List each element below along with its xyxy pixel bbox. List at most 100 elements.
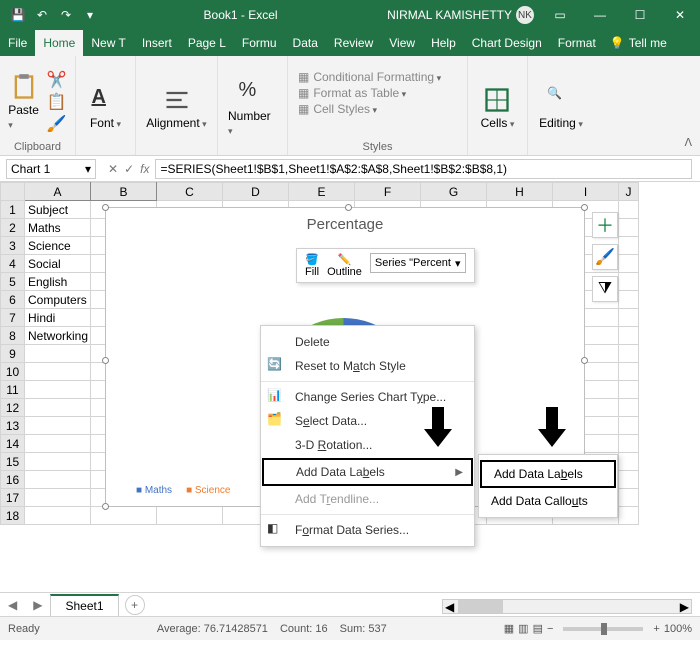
name-box[interactable]: Chart 1 ▾ bbox=[6, 159, 96, 179]
chart-title[interactable]: Percentage bbox=[106, 208, 584, 241]
menu-add-data-labels[interactable]: Add Data Labels▶ bbox=[262, 458, 473, 486]
tab-format[interactable]: Format bbox=[550, 30, 604, 56]
col-header[interactable]: H bbox=[487, 183, 553, 201]
view-normal-icon[interactable]: ▦ bbox=[504, 622, 514, 635]
col-header[interactable]: I bbox=[553, 183, 619, 201]
zoom-slider[interactable] bbox=[563, 627, 643, 631]
tab-insert[interactable]: Insert bbox=[134, 30, 180, 56]
user-account[interactable]: NIRMAL KAMISHETTY NK bbox=[381, 6, 540, 24]
col-header[interactable]: E bbox=[289, 183, 355, 201]
copy-icon[interactable]: 📋 bbox=[47, 92, 67, 112]
row-header[interactable]: 11 bbox=[1, 381, 25, 399]
cut-icon[interactable]: ✂️ bbox=[47, 70, 67, 90]
format-painter-icon[interactable]: 🖌️ bbox=[47, 114, 67, 134]
col-header[interactable]: F bbox=[355, 183, 421, 201]
row-header[interactable]: 8 bbox=[1, 327, 25, 345]
menu-delete[interactable]: Delete bbox=[261, 330, 474, 354]
tell-me[interactable]: 💡 Tell me bbox=[604, 30, 673, 56]
minimize-button[interactable]: — bbox=[580, 0, 620, 30]
submenu-add-data-labels[interactable]: Add Data Labels bbox=[480, 460, 616, 488]
row-header[interactable]: 5 bbox=[1, 273, 25, 291]
row-header[interactable]: 12 bbox=[1, 399, 25, 417]
submenu-add-data-callouts[interactable]: Add Data Callouts bbox=[479, 489, 617, 513]
row-header[interactable]: 4 bbox=[1, 255, 25, 273]
cell[interactable]: English bbox=[25, 273, 91, 291]
format-as-table[interactable]: ▦Format as Table bbox=[298, 86, 441, 100]
col-header[interactable]: C bbox=[157, 183, 223, 201]
outline-button[interactable]: ✏️ Outline bbox=[327, 253, 362, 278]
view-page-layout-icon[interactable]: ▥ bbox=[518, 622, 528, 635]
row-header[interactable]: 15 bbox=[1, 453, 25, 471]
col-header[interactable]: J bbox=[619, 183, 639, 201]
row-header[interactable]: 9 bbox=[1, 345, 25, 363]
tab-formulas[interactable]: Formu bbox=[234, 30, 285, 56]
cell[interactable]: Maths bbox=[25, 219, 91, 237]
row-header[interactable]: 2 bbox=[1, 219, 25, 237]
paste-button[interactable]: Paste bbox=[8, 73, 39, 131]
tab-review[interactable]: Review bbox=[326, 30, 381, 56]
col-header[interactable]: A bbox=[25, 183, 91, 201]
font-button[interactable]: A Font bbox=[90, 86, 121, 130]
sheet-tab-sheet1[interactable]: Sheet1 bbox=[50, 594, 118, 616]
row-header[interactable]: 10 bbox=[1, 363, 25, 381]
number-button[interactable]: % Number bbox=[228, 79, 277, 137]
undo-icon[interactable]: ↶ bbox=[32, 5, 52, 25]
alignment-button[interactable]: Alignment bbox=[146, 86, 206, 130]
tab-file[interactable]: File bbox=[0, 30, 35, 56]
cell[interactable]: Hindi bbox=[25, 309, 91, 327]
redo-icon[interactable]: ↷ bbox=[56, 5, 76, 25]
col-header[interactable]: G bbox=[421, 183, 487, 201]
chart-styles-button[interactable]: 🖌️ bbox=[592, 244, 618, 270]
row-header[interactable]: 18 bbox=[1, 507, 25, 525]
conditional-formatting[interactable]: ▦Conditional Formatting bbox=[298, 70, 441, 84]
chart-elements-button[interactable]: ＋ bbox=[592, 212, 618, 238]
row-header[interactable]: 16 bbox=[1, 471, 25, 489]
tab-home[interactable]: Home bbox=[35, 30, 83, 56]
close-button[interactable]: ✕ bbox=[660, 0, 700, 30]
horizontal-scrollbar[interactable]: ◀▶ bbox=[442, 599, 692, 614]
cell[interactable]: Social bbox=[25, 255, 91, 273]
menu-format-data-series[interactable]: ◧Format Data Series... bbox=[261, 518, 474, 542]
col-header[interactable]: D bbox=[223, 183, 289, 201]
fill-button[interactable]: 🪣 Fill bbox=[305, 253, 319, 278]
tab-view[interactable]: View bbox=[381, 30, 423, 56]
editing-button[interactable]: 🔍 Editing bbox=[539, 86, 583, 130]
cells-button[interactable]: Cells bbox=[481, 86, 515, 130]
cancel-formula-icon[interactable]: ✕ bbox=[108, 162, 118, 176]
chart-legend[interactable]: Maths Science bbox=[136, 485, 230, 496]
zoom-level[interactable]: 100% bbox=[664, 623, 692, 635]
row-header[interactable]: 6 bbox=[1, 291, 25, 309]
select-all-corner[interactable] bbox=[1, 183, 25, 201]
menu-change-chart-type[interactable]: 📊Change Series Chart Type... bbox=[261, 385, 474, 409]
new-sheet-button[interactable]: + bbox=[125, 595, 145, 615]
series-selector[interactable]: Series "Percent▾ bbox=[370, 253, 466, 273]
cell[interactable]: Computers bbox=[25, 291, 91, 309]
maximize-button[interactable]: ☐ bbox=[620, 0, 660, 30]
ribbon-options-icon[interactable]: ▭ bbox=[540, 0, 580, 30]
tab-chart-design[interactable]: Chart Design bbox=[464, 30, 550, 56]
chart-filters-button[interactable]: ⧩ bbox=[592, 276, 618, 302]
row-header[interactable]: 3 bbox=[1, 237, 25, 255]
tab-new[interactable]: New T bbox=[83, 30, 133, 56]
zoom-out-button[interactable]: − bbox=[547, 623, 553, 635]
tab-help[interactable]: Help bbox=[423, 30, 464, 56]
formula-bar[interactable]: =SERIES(Sheet1!$B$1,Sheet1!$A$2:$A$8,She… bbox=[155, 159, 692, 179]
row-header[interactable]: 14 bbox=[1, 435, 25, 453]
row-header[interactable]: 13 bbox=[1, 417, 25, 435]
col-header[interactable]: B bbox=[91, 183, 157, 201]
sheet-nav-prev[interactable]: ◀ bbox=[0, 598, 25, 612]
fx-icon[interactable]: fx bbox=[140, 162, 149, 176]
cell[interactable]: Subject bbox=[25, 201, 91, 219]
cell[interactable]: Networking bbox=[25, 327, 91, 345]
tab-page-layout[interactable]: Page L bbox=[180, 30, 234, 56]
view-page-break-icon[interactable]: ▤ bbox=[533, 622, 543, 635]
cell-styles[interactable]: ▦Cell Styles bbox=[298, 102, 441, 116]
row-header[interactable]: 1 bbox=[1, 201, 25, 219]
autosave-icon[interactable]: 💾 bbox=[8, 5, 28, 25]
row-header[interactable]: 7 bbox=[1, 309, 25, 327]
row-header[interactable]: 17 bbox=[1, 489, 25, 507]
cell[interactable]: Science bbox=[25, 237, 91, 255]
tab-data[interactable]: Data bbox=[285, 30, 326, 56]
menu-reset-match-style[interactable]: 🔄Reset to Match Style bbox=[261, 354, 474, 378]
sheet-nav-next[interactable]: ▶ bbox=[25, 598, 50, 612]
